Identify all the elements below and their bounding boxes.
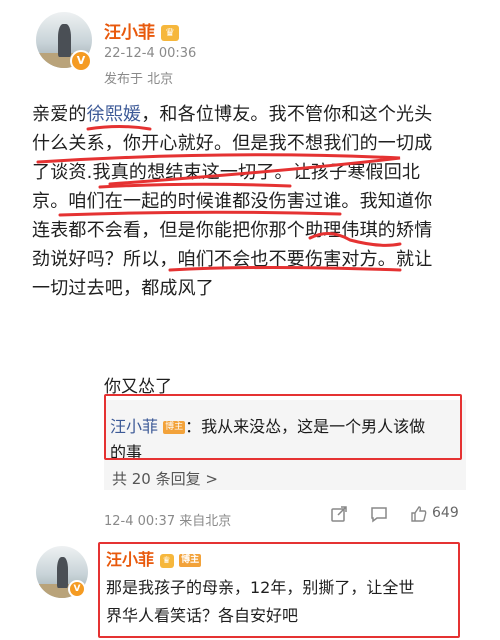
- red-highlight-box-2: [98, 542, 460, 638]
- mention-link[interactable]: 徐熙媛: [87, 104, 142, 125]
- red-highlight-box-1: [104, 394, 462, 460]
- reply-verified-badge-icon: V: [68, 580, 86, 598]
- post-timestamp: 22-12-4 00:36: [104, 46, 197, 61]
- post-author-name-text: 汪小菲: [104, 23, 155, 43]
- verified-badge-icon: V: [70, 50, 92, 72]
- post-body: 亲爱的徐熙媛，和各位博友。我不管你和这个光头 什么关系，你开心就好。但是我不想我…: [32, 100, 472, 303]
- more-replies-link[interactable]: 共 20 条回复 >: [112, 468, 218, 489]
- crown-badge-icon: ♛: [160, 25, 179, 41]
- comment-icon[interactable]: [370, 505, 388, 527]
- post-line-3: 了谈资.我真的想结束这一切了。让孩子寒假回北: [32, 162, 421, 183]
- post-line-7: 一切过去吧，都成风了: [32, 278, 214, 299]
- like-count: 649: [432, 505, 459, 521]
- post-line-4: 京。咱们在一起的时候谁都没伤害过谁。我知道你: [32, 191, 433, 212]
- comment-timestamp: 12-4 00:37 来自北京: [104, 514, 232, 529]
- post-author-name[interactable]: 汪小菲 ♛: [104, 18, 179, 43]
- avatar-figure: [58, 24, 71, 57]
- thumb-up-icon: [411, 506, 427, 522]
- post-line-1: 亲爱的徐熙媛，和各位博友。我不管你和这个光头: [32, 104, 433, 125]
- post-line-6: 劲说好吗？所以，咱们不会也不要伤害对方。就让: [32, 249, 433, 270]
- like-button[interactable]: 649: [410, 505, 459, 527]
- post-line-5: 连表都不会看，但是你能把你那个助理伟琪的矫情: [32, 220, 433, 241]
- post-line-2: 什么关系，你开心就好。但是我不想我们的一切成: [32, 133, 433, 154]
- share-icon[interactable]: [330, 505, 348, 527]
- post-location: 发布于 北京: [104, 72, 174, 87]
